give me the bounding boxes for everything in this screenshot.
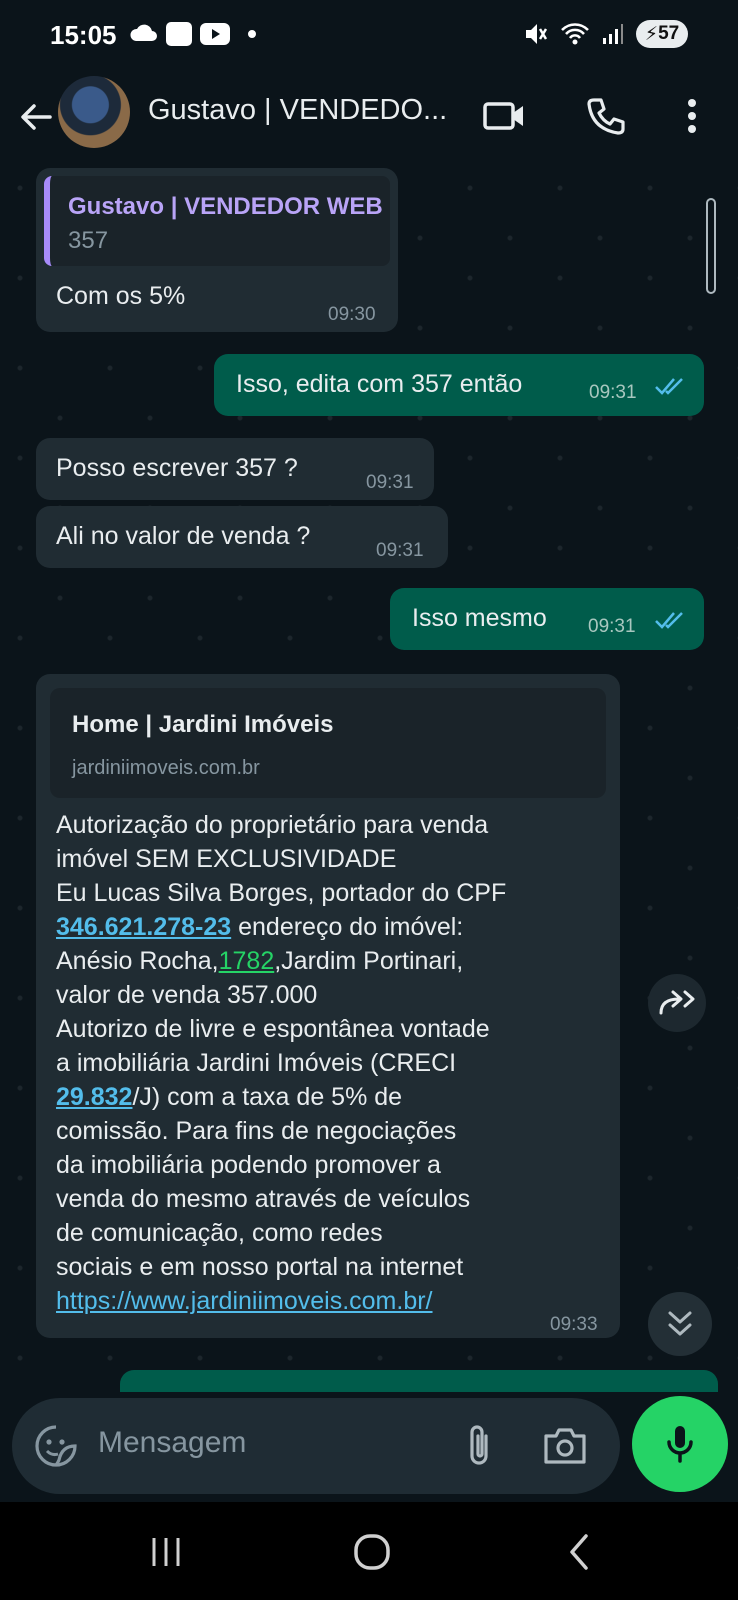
- forward-icon: [659, 990, 695, 1015]
- youtube-icon: [200, 23, 230, 45]
- quoted-message[interactable]: Gustavo | VENDEDOR WEB 357: [44, 176, 390, 266]
- message-outgoing-partial[interactable]: [120, 1370, 718, 1392]
- forward-button[interactable]: [648, 974, 706, 1032]
- mute-icon: [526, 24, 548, 44]
- message-text: Ali no valor de venda ?: [56, 522, 311, 550]
- voice-call-button[interactable]: [580, 90, 632, 142]
- double-chevron-down-icon: [668, 1311, 692, 1336]
- home-icon[interactable]: [352, 1532, 392, 1572]
- message-incoming[interactable]: Home | Jardini Imóveis jardiniimoveis.co…: [36, 674, 620, 1338]
- message-placeholder: Mensagem: [98, 1426, 247, 1459]
- system-icons: ⚡ 57: [524, 20, 688, 48]
- notification-icons: [130, 22, 256, 46]
- message-text: Isso mesmo: [412, 604, 547, 632]
- back-arrow-icon[interactable]: [14, 94, 60, 140]
- video-call-button[interactable]: [478, 90, 530, 142]
- text-line: Autorização do proprietário para venda: [56, 811, 489, 839]
- more-notifications-dot: [248, 30, 256, 38]
- more-options-button[interactable]: [666, 90, 718, 142]
- text-line: da imobiliária podendo promover a: [56, 1151, 441, 1179]
- charging-icon: ⚡: [644, 23, 659, 45]
- system-navigation-bar: [0, 1502, 738, 1600]
- text-segment: ,Jardim Portinari,: [274, 947, 464, 975]
- video-call-icon: [483, 102, 523, 130]
- scrollbar[interactable]: [706, 198, 716, 294]
- read-ticks-icon: [655, 378, 683, 395]
- message-text: Isso, edita com 357 então: [236, 370, 523, 398]
- text-line: venda do mesmo através de veículos: [56, 1185, 471, 1213]
- message-time: 09:31: [366, 472, 414, 493]
- message-text: Com os 5%: [56, 282, 186, 310]
- scroll-to-bottom-button[interactable]: [648, 1292, 712, 1356]
- text-segment: Anésio Rocha,: [56, 947, 219, 975]
- message-time: 09:33: [550, 1314, 598, 1335]
- battery-level: 57: [658, 23, 680, 44]
- quoted-text: 357: [68, 227, 109, 254]
- link-preview[interactable]: Home | Jardini Imóveis jardiniimoveis.co…: [50, 688, 606, 798]
- text-line: imóvel SEM EXCLUSIVIDADE: [56, 845, 397, 873]
- text-line: Autorizo de livre e espontânea vontade: [56, 1015, 490, 1043]
- address-number-link[interactable]: 1782: [219, 947, 275, 975]
- signal-icon: [603, 24, 623, 44]
- chat-area[interactable]: Gustavo | VENDEDOR WEB 357 Com os 5% 09:…: [0, 168, 738, 1392]
- voice-call-icon: [587, 98, 625, 135]
- camera-icon[interactable]: [542, 1424, 588, 1468]
- app-notification-icon: [166, 22, 192, 46]
- cloud-icon: [130, 24, 157, 41]
- message-incoming[interactable]: Ali no valor de venda ? 09:31: [36, 506, 448, 568]
- contact-name[interactable]: Gustavo | VENDEDO...: [148, 94, 447, 127]
- back-nav-icon[interactable]: [560, 1532, 600, 1572]
- text-line: comissão. Para fins de negociações: [56, 1117, 457, 1145]
- creci-link[interactable]: 29.832: [56, 1083, 132, 1111]
- message-composer: Mensagem: [0, 1392, 738, 1502]
- text-line: https://www.jardiniimoveis.com.br/: [56, 1284, 576, 1318]
- link-preview-domain: jardiniimoveis.com.br: [72, 757, 260, 779]
- message-time: 09:31: [376, 540, 424, 561]
- chat-header: Gustavo | VENDEDO...: [0, 72, 738, 168]
- message-text: Posso escrever 357 ?: [56, 454, 298, 482]
- text-segment: endereço do imóvel:: [231, 913, 464, 941]
- avatar[interactable]: [58, 76, 130, 148]
- message-time: 09:31: [589, 382, 637, 403]
- text-line: 346.621.278-23 endereço do imóvel:: [56, 910, 576, 944]
- website-link[interactable]: https://www.jardiniimoveis.com.br/: [56, 1287, 433, 1315]
- message-time: 09:31: [588, 616, 636, 637]
- message-input[interactable]: Mensagem: [12, 1398, 620, 1494]
- text-line: a imobiliária Jardini Imóveis (CRECI: [56, 1049, 457, 1077]
- link-preview-title: Home | Jardini Imóveis: [72, 711, 334, 738]
- more-options-icon: [688, 99, 696, 133]
- sticker-emoji-icon[interactable]: [34, 1424, 78, 1468]
- text-line: Eu Lucas Silva Borges, portador do CPF: [56, 879, 507, 907]
- status-time: 15:05: [50, 20, 117, 50]
- status-bar: 15:05 ⚡ 57: [0, 0, 738, 72]
- quoted-author: Gustavo | VENDEDOR WEB: [68, 193, 383, 220]
- message-outgoing[interactable]: Isso, edita com 357 então 09:31: [214, 354, 704, 416]
- text-line: 29.832/J) com a taxa de 5% de: [56, 1080, 576, 1114]
- read-ticks-icon: [655, 612, 683, 629]
- cpf-link[interactable]: 346.621.278-23: [56, 913, 231, 941]
- message-outgoing[interactable]: Isso mesmo 09:31: [390, 588, 704, 650]
- text-line: de comunicação, como redes: [56, 1219, 383, 1247]
- message-incoming[interactable]: Gustavo | VENDEDOR WEB 357 Com os 5% 09:…: [36, 168, 398, 332]
- message-text: Autorização do proprietário para venda i…: [56, 808, 576, 1318]
- text-line: Anésio Rocha,1782,Jardim Portinari,: [56, 944, 576, 978]
- text-segment: /J) com a taxa de 5% de: [132, 1083, 403, 1111]
- text-line: sociais e em nosso portal na internet: [56, 1253, 464, 1281]
- voice-message-button[interactable]: [632, 1396, 728, 1492]
- message-time: 09:30: [328, 304, 376, 325]
- attach-icon[interactable]: [460, 1422, 500, 1470]
- battery-indicator: ⚡ 57: [636, 20, 688, 48]
- message-incoming[interactable]: Posso escrever 357 ? 09:31: [36, 438, 434, 500]
- text-line: valor de venda 357.000: [56, 981, 318, 1009]
- recent-apps-icon[interactable]: [146, 1532, 186, 1572]
- wifi-icon: [561, 23, 589, 45]
- microphone-icon: [667, 1426, 693, 1463]
